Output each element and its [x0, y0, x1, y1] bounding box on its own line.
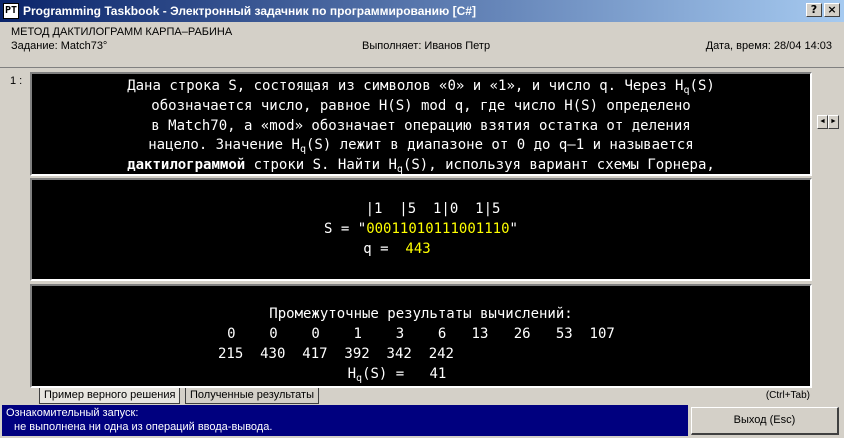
- status-panel: Ознакомительный запуск: не выполнена ни …: [2, 405, 688, 436]
- task-line-3: в Match70, а «mod» обозначает операцию в…: [151, 118, 691, 134]
- task-name: Задание: Match73°: [11, 40, 108, 52]
- results-row-1: 0 0 0 1 3 6 13 26 53 107: [227, 326, 615, 342]
- task-description-panel: Дана строка S, состоящая из символов «0»…: [30, 72, 812, 176]
- app-icon[interactable]: PT: [3, 3, 19, 19]
- string-s: S = "00011010111001110": [324, 221, 518, 237]
- scroll-left-button[interactable]: ◄: [817, 115, 828, 129]
- position-ruler: |1 |5 1|0 1|5: [365, 201, 501, 217]
- task-info-panel: МЕТОД ДАКТИЛОГРАММ КАРПА–РАБИНА Задание:…: [0, 22, 844, 68]
- window-title: Programming Taskbook - Электронный задач…: [23, 4, 476, 18]
- title-bar: PT Programming Taskbook - Электронный за…: [0, 0, 844, 22]
- datetime: Дата, время: 28/04 14:03: [705, 40, 832, 52]
- status-line-1: Ознакомительный запуск:: [6, 407, 139, 419]
- task-line-1: Дана строка S, состоящая из символов «0»…: [127, 78, 715, 96]
- final-result: Hq(S) = 41: [347, 366, 447, 384]
- results-row-2: 215 430 417 392 342 242: [217, 346, 454, 362]
- task-line-4: нацело. Значение Hq(S) лежит в диапазоне…: [148, 137, 694, 155]
- exit-button[interactable]: Выход (Esc): [691, 407, 839, 435]
- scroll-right-button[interactable]: ►: [828, 115, 839, 129]
- topic-title: МЕТОД ДАКТИЛОГРАММ КАРПА–РАБИНА: [11, 26, 233, 38]
- task-line-2: обозначается число, равное H(S) mod q, г…: [151, 98, 691, 114]
- help-button[interactable]: ?: [806, 3, 822, 17]
- tab-obtained-results[interactable]: Полученные результаты: [185, 388, 319, 404]
- number-q: q = 443: [363, 241, 431, 257]
- scroll-buttons: ◄ ►: [817, 115, 839, 129]
- tab-correct-solution[interactable]: Пример верного решения: [39, 388, 181, 404]
- close-button[interactable]: ×: [824, 3, 840, 17]
- tab-shortcut-hint: (Ctrl+Tab): [765, 390, 810, 401]
- input-data-panel: |1 |5 1|0 1|5 S = "00011010111001110" q …: [30, 178, 812, 281]
- pane-number: 1 :: [10, 75, 23, 87]
- student-name: Выполняет: Иванов Петр: [362, 40, 491, 52]
- status-line-2: не выполнена ни одна из операций ввода-в…: [14, 421, 273, 433]
- results-heading: Промежуточные результаты вычислений:: [269, 306, 573, 322]
- results-panel: Промежуточные результаты вычислений: 0 0…: [30, 284, 812, 388]
- task-line-5: дактилограммой строки S. Найти Hq(S), ис…: [127, 157, 715, 175]
